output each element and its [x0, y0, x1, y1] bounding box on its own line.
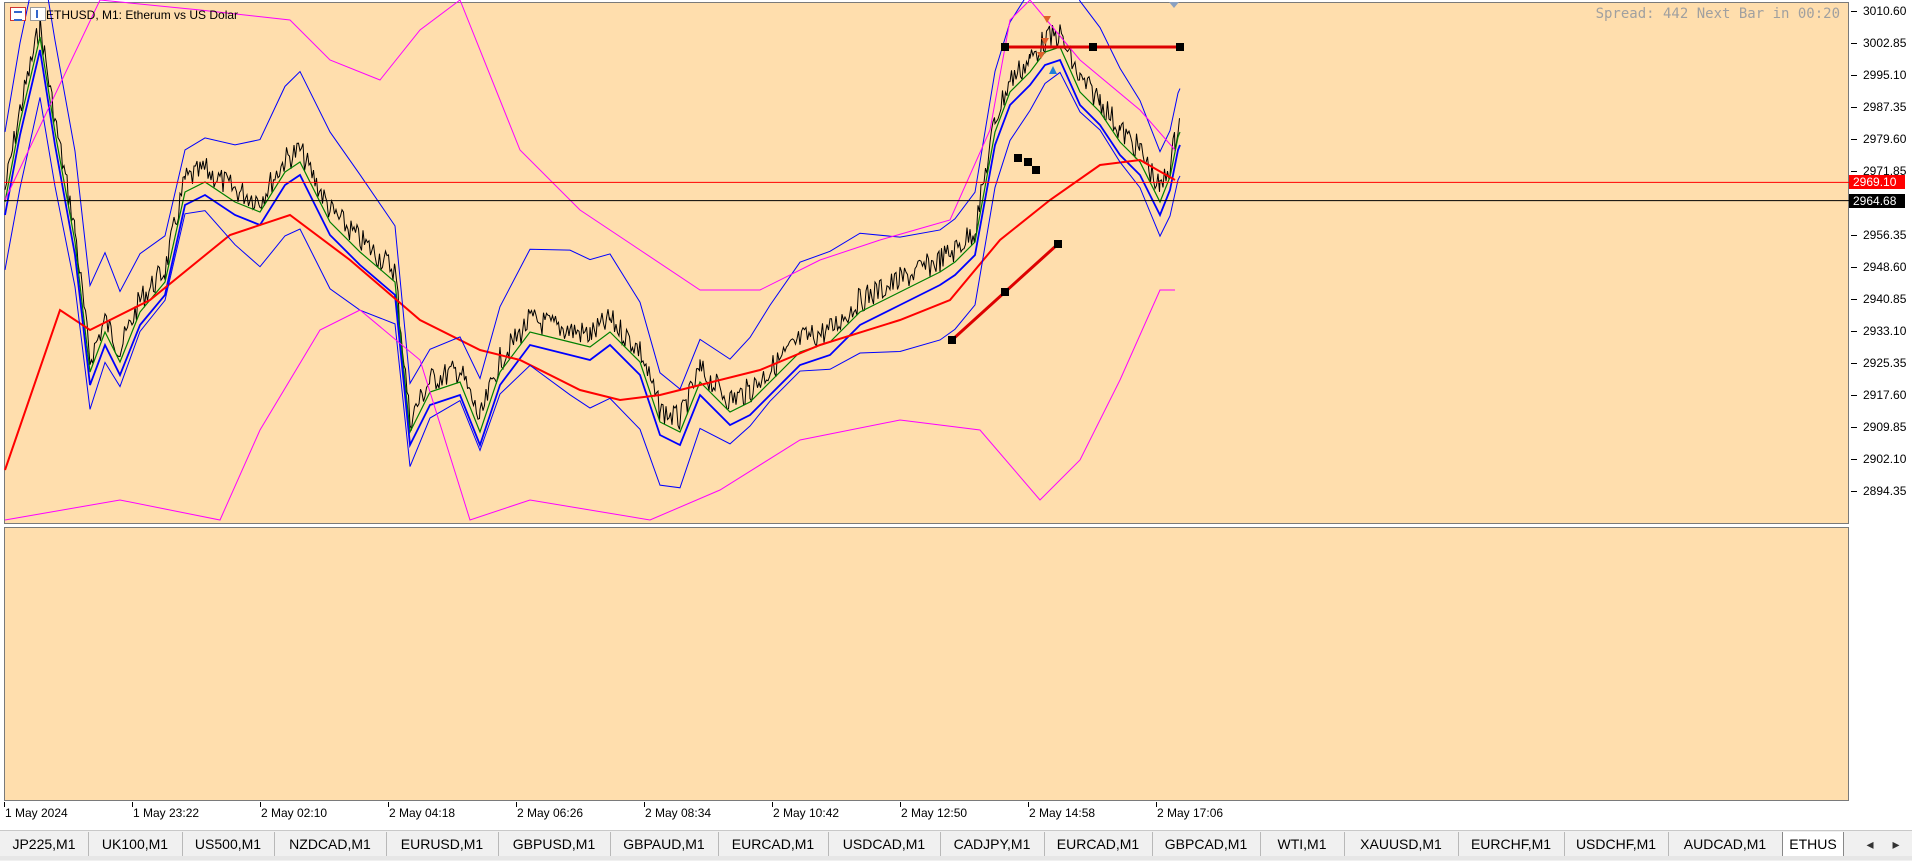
- object-anchor-handle: [1089, 43, 1097, 51]
- symbol-tab[interactable]: EURCAD,M1: [718, 832, 829, 856]
- symbol-tab[interactable]: GBPAUD,M1: [610, 832, 719, 856]
- time-axis[interactable]: 1 May 2024 1 May 23:22 2 May 02:10 2 May 04…: [0, 802, 1849, 828]
- symbol-tab[interactable]: WTI,M1: [1260, 832, 1345, 856]
- symbol-tab[interactable]: GBPCAD,M1: [1152, 832, 1261, 856]
- chart-properties-icon[interactable]: [30, 7, 46, 21]
- price-tick: [1851, 43, 1857, 44]
- price-label: 3002.85: [1863, 36, 1907, 50]
- price-tick: [1851, 395, 1857, 396]
- symbol-tab[interactable]: EURCAD,M1: [1044, 832, 1153, 856]
- last-price-box: 2964.68: [1849, 193, 1905, 208]
- symbol-tab[interactable]: AUDCAD,M1: [1668, 832, 1783, 856]
- symbol-tab[interactable]: XAUUSD,M1: [1344, 832, 1459, 856]
- buy-arrow-marker: [1049, 66, 1057, 74]
- tab-scroll-right-button[interactable]: ▸: [1884, 832, 1908, 856]
- symbol-tab[interactable]: USDCHF,M1: [1564, 832, 1669, 856]
- price-tick: [1851, 299, 1857, 300]
- price-tick: [1851, 331, 1857, 332]
- spread-timer-text: Spread: 442 Next Bar in 00:20: [1595, 6, 1840, 22]
- price-chart-plot[interactable]: [0, 0, 1849, 525]
- symbol-tab[interactable]: NZDCAD,M1: [274, 832, 387, 856]
- symbol-tab[interactable]: EURUSD,M1: [386, 832, 499, 856]
- object-anchor-handle: [1014, 154, 1022, 162]
- time-label: 1 May 23:22: [133, 806, 200, 820]
- ma-slow-line: [4, 158, 1176, 471]
- chart-window[interactable]: ETHUSD, M1: Etherum vs US Dolar Spread: …: [0, 0, 1912, 830]
- symbol-tab[interactable]: EURCHF,M1: [1458, 832, 1565, 856]
- price-label: 2917.60: [1863, 388, 1907, 402]
- symbol-tab[interactable]: ETHUS: [1782, 832, 1844, 858]
- time-label: 2 May 06:26: [517, 806, 584, 820]
- ma-fast-line: [4, 36, 1181, 435]
- price-label: 2909.85: [1863, 420, 1907, 434]
- price-label: 2940.85: [1863, 292, 1907, 306]
- time-label: 2 May 02:10: [261, 806, 328, 820]
- bid-price-box: 2969.10: [1849, 175, 1905, 190]
- price-tick: [1851, 491, 1857, 492]
- symbol-tab[interactable]: USDCAD,M1: [828, 832, 941, 856]
- price-label: 2979.60: [1863, 132, 1907, 146]
- envelope-upper-line: [4, 0, 1176, 291]
- time-label: 2 May 04:18: [389, 806, 456, 820]
- time-label: 2 May 10:42: [773, 806, 840, 820]
- price-label: 2925.35: [1863, 356, 1907, 370]
- object-anchor-handle: [1001, 43, 1009, 51]
- symbol-tab[interactable]: CADJPY,M1: [940, 832, 1045, 856]
- object-anchor-handle: [1024, 158, 1032, 166]
- price-tick: [1851, 459, 1857, 460]
- symbol-tab[interactable]: US500,M1: [182, 832, 275, 856]
- symbol-tab[interactable]: JP225,M1: [0, 832, 89, 856]
- chart-symbol-title: ETHUSD, M1: Etherum vs US Dolar: [46, 8, 239, 22]
- object-anchor-handle: [1032, 166, 1040, 174]
- price-label: 2933.10: [1863, 324, 1907, 338]
- price-label: 2894.35: [1863, 484, 1907, 498]
- time-label: 1 May 2024: [5, 806, 68, 820]
- chart-shift-marker: [1169, 2, 1179, 8]
- symbol-tab[interactable]: UK100,M1: [88, 832, 183, 856]
- horizontal-scrollbar[interactable]: [0, 856, 1912, 860]
- object-anchor-handle: [1176, 43, 1184, 51]
- price-tick: [1851, 139, 1857, 140]
- price-tick: [1851, 363, 1857, 364]
- time-label: 2 May 17:06: [1157, 806, 1224, 820]
- price-tick: [1851, 171, 1857, 172]
- price-tick: [1851, 107, 1857, 108]
- sell-arrow-marker: [1041, 38, 1049, 45]
- time-label: 2 May 08:34: [645, 806, 712, 820]
- price-tick: [1851, 75, 1857, 76]
- tab-scroll-left-button[interactable]: ◂: [1858, 832, 1882, 856]
- envelope-lower-line: [4, 289, 1175, 521]
- price-label: 2995.10: [1863, 68, 1907, 82]
- chart-menu-icon[interactable]: [10, 7, 26, 21]
- sell-arrow-marker: [1043, 16, 1051, 23]
- price-tick: [1851, 11, 1857, 12]
- object-anchor-handle: [1001, 288, 1009, 296]
- price-tick: [1851, 427, 1857, 428]
- band-lower-line: [4, 71, 1181, 489]
- price-tick: [1851, 267, 1857, 268]
- time-label: 2 May 12:50: [901, 806, 968, 820]
- price-label: 2948.60: [1863, 260, 1907, 274]
- price-label: 3010.60: [1863, 4, 1907, 18]
- price-label: 2956.35: [1863, 228, 1907, 242]
- price-tick: [1851, 235, 1857, 236]
- indicator-subwindow[interactable]: [4, 527, 1849, 801]
- object-anchor-handle: [1054, 240, 1062, 248]
- price-label: 2902.10: [1863, 452, 1907, 466]
- object-anchor-handle: [948, 336, 956, 344]
- time-label: 2 May 14:58: [1029, 806, 1096, 820]
- price-label: 2987.35: [1863, 100, 1907, 114]
- price-axis[interactable]: 3010.60 3002.85 2995.10 2987.35 2979.60 2971.…: [1849, 0, 1912, 830]
- symbol-tab[interactable]: GBPUSD,M1: [498, 832, 611, 856]
